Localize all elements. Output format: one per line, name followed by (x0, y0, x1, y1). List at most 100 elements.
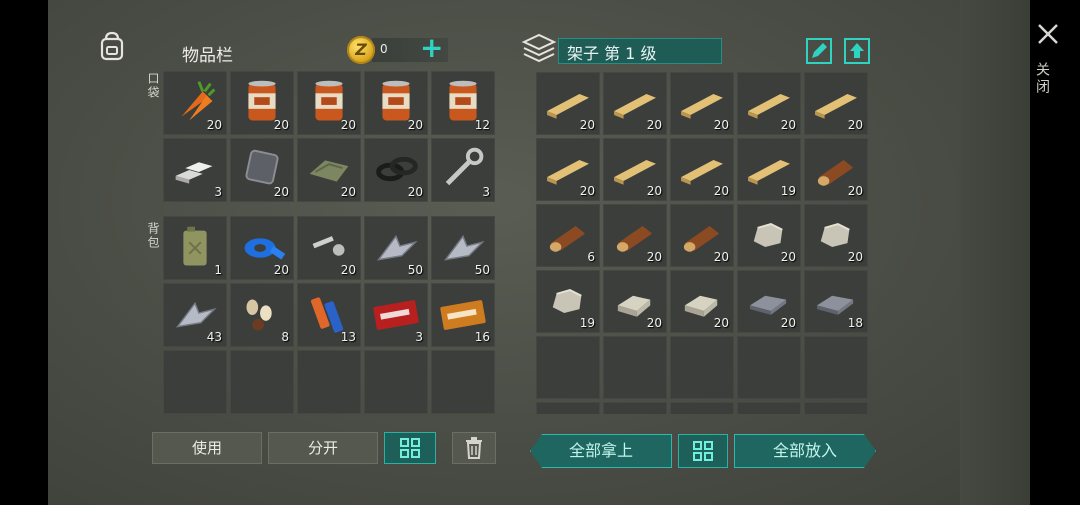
storage-slot[interactable] (737, 336, 801, 399)
split-button[interactable]: 分开 (268, 432, 378, 464)
sort-inventory-button[interactable] (384, 432, 436, 464)
storage-slot[interactable]: 20 (536, 72, 600, 135)
pocket-slot[interactable]: 3 (163, 138, 227, 202)
backpack-slot[interactable]: 20 (297, 216, 361, 280)
backpack-slot[interactable] (297, 350, 361, 414)
storage-slot[interactable]: 19 (536, 270, 600, 333)
item-count: 20 (340, 118, 356, 132)
storage-slot[interactable] (804, 336, 868, 399)
storage-slot[interactable] (536, 402, 600, 414)
item-count: 20 (780, 250, 796, 264)
item-count: 6 (587, 250, 595, 264)
storage-slot[interactable]: 20 (804, 138, 868, 201)
pocket-slot[interactable]: 20 (230, 138, 294, 202)
backpack-slot[interactable]: 50 (364, 216, 428, 280)
upgrade-button[interactable] (844, 38, 870, 64)
storage-title: 架子 第 1 级 (567, 44, 657, 63)
backpack-slot[interactable] (230, 350, 294, 414)
item-count: 20 (646, 250, 662, 264)
pocket-slot[interactable]: 20 (163, 71, 227, 135)
pocket-slot[interactable]: 20 (364, 138, 428, 202)
item-count: 20 (340, 185, 356, 199)
grid-sort-icon (693, 441, 713, 461)
storage-slot[interactable] (804, 402, 868, 414)
item-count: 8 (281, 330, 289, 344)
item-count: 20 (713, 316, 729, 330)
item-count: 3 (482, 185, 490, 199)
pocket-slot[interactable]: 20 (230, 71, 294, 135)
backpack-slot[interactable] (364, 350, 428, 414)
storage-slot[interactable]: 20 (670, 72, 734, 135)
pocket-slot[interactable]: 20 (297, 138, 361, 202)
backpack-slot[interactable]: 20 (230, 216, 294, 280)
item-count: 20 (847, 118, 863, 132)
pocket-slot[interactable]: 3 (431, 138, 495, 202)
add-coins-button[interactable]: + (420, 33, 443, 63)
storage-slot[interactable]: 20 (670, 270, 734, 333)
backpack-slot[interactable]: 3 (364, 283, 428, 347)
coin-icon: Z (347, 36, 375, 64)
storage-slot[interactable]: 20 (737, 270, 801, 333)
item-count: 13 (340, 330, 356, 344)
storage-slot[interactable] (670, 402, 734, 414)
backpack-label: 背包 (146, 222, 160, 250)
storage-slot[interactable]: 19 (737, 138, 801, 201)
storage-slot[interactable] (670, 336, 734, 399)
storage-slot[interactable]: 20 (603, 270, 667, 333)
pocket-slot[interactable]: 20 (297, 71, 361, 135)
backpack-slot[interactable]: 1 (163, 216, 227, 280)
rename-button[interactable] (806, 38, 832, 64)
item-count: 20 (847, 184, 863, 198)
item-count: 20 (646, 118, 662, 132)
backpack-icon (100, 31, 124, 61)
storage-slot[interactable] (536, 336, 600, 399)
inventory-title: 物品栏 (182, 46, 233, 66)
close-icon (1038, 24, 1058, 44)
storage-slot[interactable]: 20 (737, 72, 801, 135)
close-button[interactable] (1036, 22, 1060, 52)
storage-slot[interactable]: 18 (804, 270, 868, 333)
pocket-slot[interactable]: 20 (364, 71, 428, 135)
storage-slot[interactable]: 20 (737, 204, 801, 267)
item-count: 20 (713, 250, 729, 264)
storage-slot[interactable]: 20 (536, 138, 600, 201)
storage-slot[interactable]: 20 (603, 138, 667, 201)
sort-storage-button[interactable] (678, 434, 728, 468)
backpack-slot[interactable]: 43 (163, 283, 227, 347)
backpack-slot[interactable] (163, 350, 227, 414)
storage-slot[interactable]: 20 (804, 204, 868, 267)
pocket-label: 口袋 (146, 72, 160, 100)
storage-slot[interactable]: 20 (603, 72, 667, 135)
storage-slot[interactable]: 20 (670, 138, 734, 201)
put-all-button[interactable]: 全部放入 (734, 434, 876, 468)
item-count: 20 (646, 184, 662, 198)
storage-slot[interactable]: 20 (804, 72, 868, 135)
backpack-slot[interactable]: 16 (431, 283, 495, 347)
pocket-slot[interactable]: 12 (431, 71, 495, 135)
take-all-button[interactable]: 全部拿上 (530, 434, 672, 468)
item-count: 20 (273, 185, 289, 199)
storage-slot[interactable] (737, 402, 801, 414)
use-button[interactable]: 使用 (152, 432, 262, 464)
backpack-slot[interactable]: 50 (431, 216, 495, 280)
edit-icon (812, 43, 827, 58)
item-count: 20 (780, 118, 796, 132)
item-count: 12 (474, 118, 490, 132)
item-count: 3 (415, 330, 423, 344)
item-count: 19 (780, 184, 796, 198)
item-count: 1 (214, 263, 222, 277)
item-count: 20 (273, 263, 289, 277)
item-count: 16 (474, 330, 490, 344)
storage-slot[interactable] (603, 336, 667, 399)
storage-slot[interactable]: 6 (536, 204, 600, 267)
storage-slot[interactable] (603, 402, 667, 414)
storage-slot[interactable]: 20 (670, 204, 734, 267)
trash-icon (466, 437, 482, 459)
backpack-grid: 1 20 20 50 50 43 8 13 3 16 (163, 216, 495, 414)
delete-button[interactable] (452, 432, 496, 464)
item-count: 20 (646, 316, 662, 330)
backpack-slot[interactable]: 13 (297, 283, 361, 347)
backpack-slot[interactable] (431, 350, 495, 414)
backpack-slot[interactable]: 8 (230, 283, 294, 347)
storage-slot[interactable]: 20 (603, 204, 667, 267)
